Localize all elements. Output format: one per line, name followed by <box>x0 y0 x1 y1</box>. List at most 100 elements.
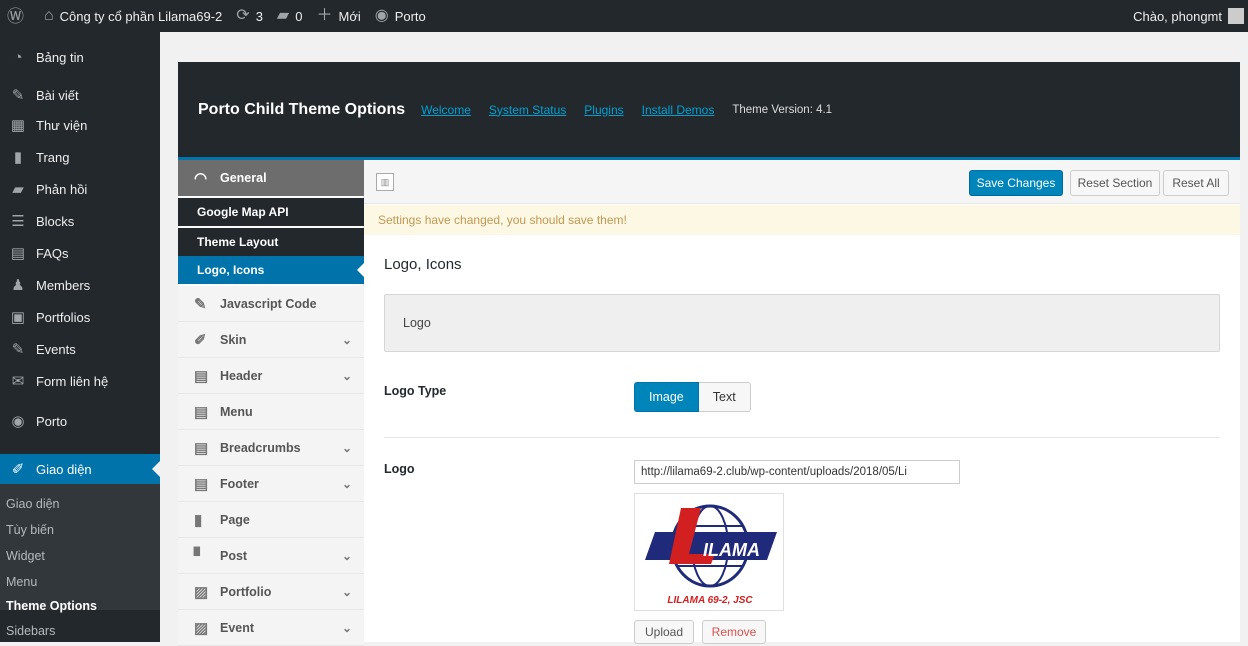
general-icon: ◠ <box>194 170 208 187</box>
comment-icon: ▰ <box>12 181 24 198</box>
tab-footer[interactable]: ▤ Footer ⌄ <box>178 466 364 502</box>
submenu-customize[interactable]: Tùy biến <box>6 523 54 537</box>
appearance-submenu: Giao diện Tùy biến Widget Menu Theme Opt… <box>0 484 160 638</box>
menu-media[interactable]: ▦ Thư viện <box>0 110 160 140</box>
mail-icon: ✉ <box>11 373 25 390</box>
menu-events[interactable]: ✎ Events <box>0 334 160 364</box>
greeting: Chào, phongmt <box>1133 8 1222 24</box>
plus-icon: ＋ <box>316 7 333 24</box>
porto-icon: ◉ <box>374 7 389 24</box>
home-icon: ⌂ <box>44 7 54 24</box>
logo-type-text[interactable]: Text <box>698 382 751 412</box>
options-panel: ▥ Save Changes Reset Section Reset All S… <box>364 160 1240 644</box>
menu-pages[interactable]: ▮ Trang <box>0 142 160 172</box>
page-icon: ▮ <box>13 149 23 166</box>
chevron-down-icon: ⌄ <box>341 476 352 491</box>
menu-posts[interactable]: ✎ Bài viết <box>0 80 160 110</box>
site-name: Công ty cổ phần Lilama69-2 <box>59 8 223 24</box>
updates-icon: ⟳ <box>236 7 250 24</box>
expand-options-icon[interactable]: ▥ <box>376 173 394 191</box>
members-icon: ♟ <box>11 277 25 294</box>
updates-count: 3 <box>255 8 263 24</box>
chevron-down-icon: ⌄ <box>341 332 352 347</box>
logo-url-input[interactable] <box>634 460 960 484</box>
tab-breadcrumbs[interactable]: ▤ Breadcrumbs ⌄ <box>178 430 364 466</box>
section-title: Logo, Icons <box>384 256 462 273</box>
menu-contact-form[interactable]: ✉ Form liên hệ <box>0 366 160 396</box>
plugins-link[interactable]: Plugins <box>584 103 623 117</box>
comments-count: 0 <box>295 8 303 24</box>
svg-text:ILAMA: ILAMA <box>703 540 760 560</box>
reset-section-button[interactable]: Reset Section <box>1070 170 1160 196</box>
tab-javascript-code[interactable]: ✎ Javascript Code <box>178 286 364 322</box>
blocks-icon: ☰ <box>11 213 25 230</box>
welcome-link[interactable]: Welcome <box>421 103 471 117</box>
menu-comments[interactable]: ▰ Phản hồi <box>0 174 160 204</box>
avatar <box>1228 8 1244 24</box>
portfolio-icon: ▣ <box>10 309 26 326</box>
logo-section-box: Logo <box>384 294 1220 352</box>
porto-link[interactable]: ◉ Porto <box>368 0 433 32</box>
menu-blocks[interactable]: ☰ Blocks <box>0 206 160 236</box>
submenu-themes[interactable]: Giao diện <box>6 497 60 511</box>
brush-icon: ✐ <box>11 461 25 478</box>
menu-porto[interactable]: ◉ Porto <box>0 406 160 436</box>
logo-box-label: Logo <box>403 316 431 330</box>
comments-link[interactable]: ▰ 0 <box>270 0 310 32</box>
options-header: Porto Child Theme Options Welcome System… <box>178 62 1240 160</box>
tab-header[interactable]: ▤ Header ⌄ <box>178 358 364 394</box>
tab-logo-icons[interactable]: Logo, Icons <box>178 256 365 284</box>
menu-portfolios[interactable]: ▣ Portfolios <box>0 302 160 332</box>
submenu-menus[interactable]: Menu <box>6 575 37 589</box>
admin-bar: Ⓦ ⌂ Công ty cổ phần Lilama69-2 ⟳ 3 ▰ 0 ＋… <box>0 0 1248 32</box>
pin-icon: ✎ <box>11 87 25 104</box>
chevron-down-icon: ⌄ <box>341 440 352 455</box>
tab-page[interactable]: ▮ Page <box>178 502 364 538</box>
install-demos-link[interactable]: Install Demos <box>642 103 715 117</box>
layout-icon: ▤ <box>194 475 209 493</box>
menu-faqs[interactable]: ▤ FAQs <box>0 238 160 268</box>
logo-type-image[interactable]: Image <box>634 382 699 412</box>
submenu-sidebars[interactable]: Sidebars <box>6 624 55 638</box>
logo-type-label: Logo Type <box>384 384 447 398</box>
wordpress-logo[interactable]: Ⓦ <box>0 0 37 32</box>
tab-skin[interactable]: ✐ Skin ⌄ <box>178 322 364 358</box>
tab-event[interactable]: ▨ Event ⌄ <box>178 610 364 646</box>
tab-post[interactable]: ▘ Post ⌄ <box>178 538 364 574</box>
options-sidebar: ◠ General Google Map API Theme Layout Log… <box>178 160 365 646</box>
system-status-link[interactable]: System Status <box>489 103 566 117</box>
image-icon: ▨ <box>194 619 209 637</box>
logo-type-toggle: Image Text <box>634 382 751 412</box>
tab-portfolio[interactable]: ▨ Portfolio ⌄ <box>178 574 364 610</box>
page-title: Porto Child Theme Options <box>198 100 406 118</box>
chevron-down-icon: ⌄ <box>341 548 352 563</box>
menu-members[interactable]: ♟ Members <box>0 270 160 300</box>
porto-icon: ◉ <box>11 413 25 430</box>
menu-dashboard[interactable]: ◔ Bảng tin <box>0 42 160 72</box>
brush-icon: ✐ <box>194 331 207 349</box>
layout-icon: ▤ <box>194 439 209 457</box>
tab-theme-layout[interactable]: Theme Layout <box>178 228 364 256</box>
updates-link[interactable]: ⟳ 3 <box>229 0 270 32</box>
reset-all-button[interactable]: Reset All <box>1163 170 1229 196</box>
submenu-widgets[interactable]: Widget <box>6 549 45 563</box>
new-content-link[interactable]: ＋ Mới <box>309 0 367 32</box>
remove-button[interactable]: Remove <box>702 620 766 644</box>
my-account[interactable]: Chào, phongmt <box>1133 0 1248 32</box>
edit-icon: ✎ <box>194 295 207 313</box>
dashboard-icon: ◔ <box>13 48 23 66</box>
tab-google-map-api[interactable]: Google Map API <box>178 198 364 226</box>
tab-menu[interactable]: ▤ Menu <box>178 394 364 430</box>
save-changes-button[interactable]: Save Changes <box>969 170 1063 196</box>
new-label: Mới <box>338 8 361 24</box>
tab-general[interactable]: ◠ General <box>178 160 364 196</box>
divider <box>384 437 1220 438</box>
menu-appearance[interactable]: ✐ Giao diện <box>0 454 160 484</box>
site-name-link[interactable]: ⌂ Công ty cổ phần Lilama69-2 <box>37 0 229 32</box>
porto-label: Porto <box>394 8 426 24</box>
submenu-theme-options[interactable]: Theme Options <box>6 599 97 613</box>
layout-icon: ▤ <box>194 367 209 385</box>
chevron-down-icon: ⌄ <box>341 584 352 599</box>
comment-icon: ▰ <box>276 7 290 24</box>
upload-button[interactable]: Upload <box>634 620 694 644</box>
